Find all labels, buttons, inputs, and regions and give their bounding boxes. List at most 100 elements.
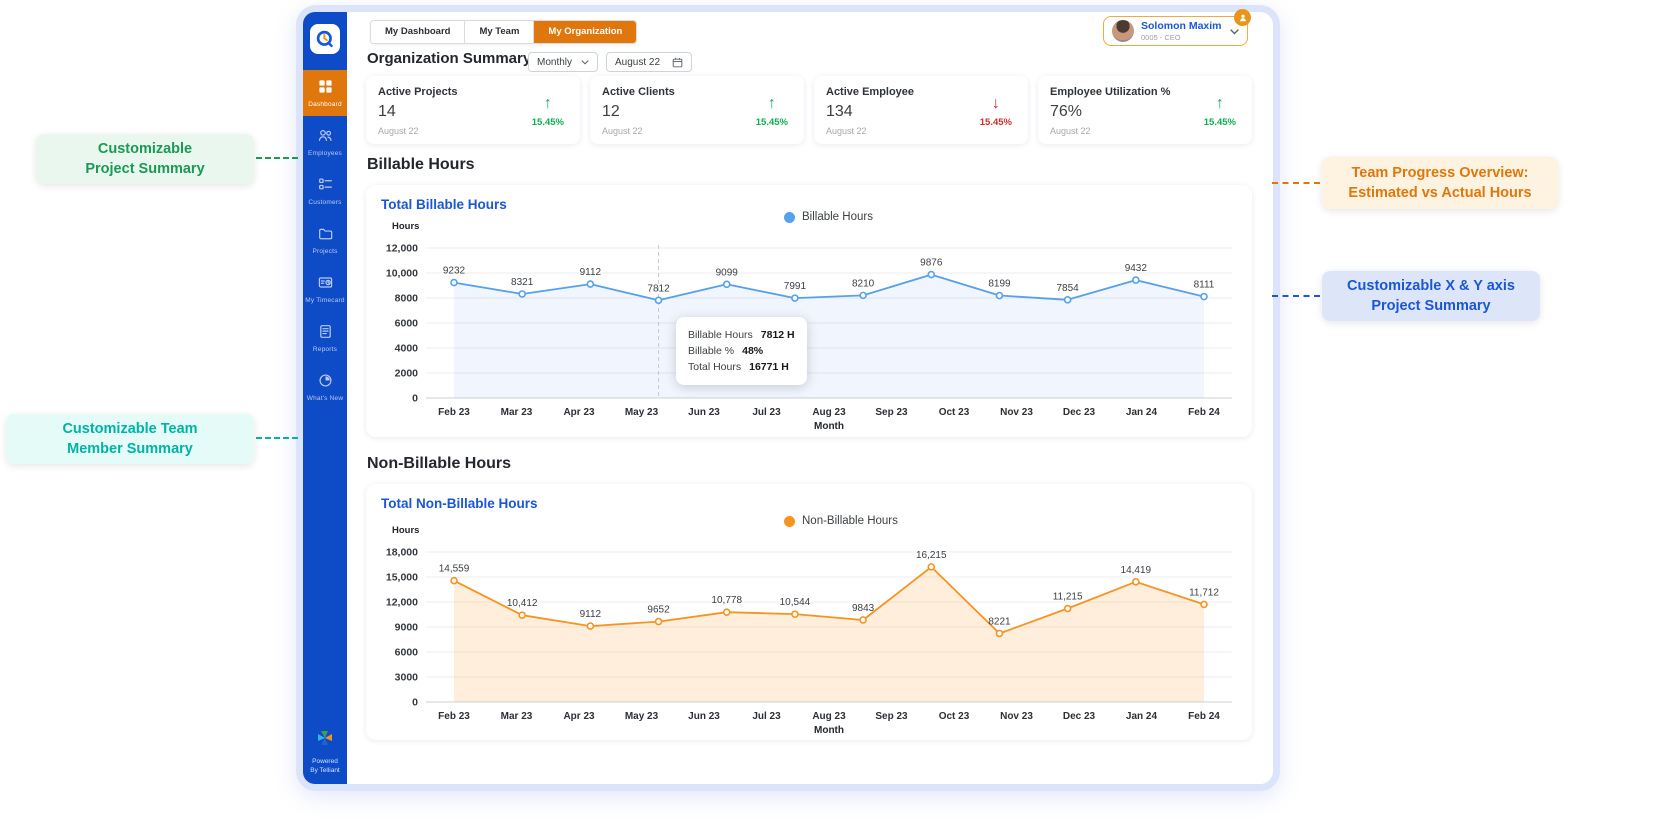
svg-text:8111: 8111 [1194, 280, 1215, 291]
profile-name: Solomon Maxim [1141, 20, 1222, 33]
chart-title: Total Billable Hours [381, 197, 507, 212]
tab-my-team[interactable]: My Team [465, 21, 535, 43]
trend-up-icon: ↑ [1215, 95, 1224, 112]
nonbillable-hours-chart[interactable]: 18,000 15,000 12,000 9000 6000 3000 0 Feb 23 Mar… [370, 539, 1248, 740]
annotation-project-summary: Customizable Project Summary [36, 134, 254, 184]
profile-badge[interactable] [1234, 9, 1251, 26]
annotation-connector [1272, 182, 1320, 184]
svg-text:Apr 23: Apr 23 [563, 407, 595, 418]
svg-text:10,412: 10,412 [507, 598, 538, 609]
svg-text:9112: 9112 [580, 609, 602, 620]
sidebar-footer: Powered By Telliant [303, 720, 347, 776]
svg-text:Jan 24: Jan 24 [1126, 407, 1158, 418]
svg-text:15,000: 15,000 [386, 572, 418, 584]
period-select-value: Monthly [537, 56, 573, 68]
stat-card-value: 76% [1050, 103, 1083, 120]
svg-text:8199: 8199 [988, 279, 1011, 290]
svg-text:14,419: 14,419 [1121, 565, 1152, 576]
stat-card-value: 14 [378, 103, 396, 120]
main-content: My Dashboard My Team My Organization Solom… [347, 9, 1273, 784]
nonbillable-chart-card: Total Non-Billable Hours Non-Billable Ho… [366, 484, 1252, 740]
svg-text:8321: 8321 [511, 277, 534, 288]
svg-text:Feb 24: Feb 24 [1188, 407, 1220, 418]
annotation-team-member: Customizable Team Member Summary [6, 414, 254, 464]
trend-down-icon: ↓ [991, 95, 1000, 112]
profile-meta: 0005 - CEO [1141, 32, 1181, 42]
stat-card: Active Projects 14 August 22 ↑ 15.45% [366, 76, 580, 144]
calendar-icon [672, 57, 683, 67]
sidebar-item-customers[interactable]: Customers [303, 168, 347, 214]
svg-text:6000: 6000 [395, 647, 419, 659]
period-select[interactable]: Monthly [528, 52, 598, 72]
svg-text:9099: 9099 [716, 267, 739, 278]
stat-card: Active Clients 12 August 22 ↑ 15.45% [590, 76, 804, 144]
svg-text:2000: 2000 [395, 368, 419, 380]
svg-text:0: 0 [412, 393, 418, 405]
stat-card-date: August 22 [1050, 126, 1091, 136]
trend-delta: 15.45% [979, 117, 1012, 128]
svg-text:10,000: 10,000 [386, 268, 418, 280]
billable-hours-chart[interactable]: 12,000 10,000 8000 6000 4000 2000 0 Feb 23 Mar 2… [370, 235, 1248, 437]
y-axis-label: Hours [392, 221, 420, 232]
projects-icon [318, 226, 333, 246]
trend-delta: 15.45% [531, 117, 564, 128]
svg-text:Jan 24: Jan 24 [1126, 711, 1158, 722]
stat-card: Active Employee 134 August 22 ↓ 15.45% [814, 76, 1028, 144]
nonbillable-section-title: Non-Billable Hours [367, 455, 512, 472]
svg-text:12,000: 12,000 [386, 597, 418, 609]
annotation-connector [256, 437, 298, 439]
legend-label: Non-Billable Hours [802, 515, 898, 527]
sidebar: Dashboard Employees Customers Projects My Ti… [303, 12, 347, 784]
svg-text:9232: 9232 [443, 266, 466, 277]
svg-text:12,000: 12,000 [386, 243, 418, 255]
svg-text:Feb 23: Feb 23 [438, 407, 470, 418]
employees-icon [318, 128, 333, 148]
svg-text:Jul 23: Jul 23 [752, 407, 781, 418]
tab-my-organization[interactable]: My Organization [534, 21, 637, 43]
svg-text:Oct 23: Oct 23 [939, 711, 970, 722]
svg-text:Sep 23: Sep 23 [875, 407, 908, 418]
reports-icon [318, 324, 333, 344]
avatar [1112, 20, 1134, 42]
profile-chip[interactable]: Solomon Maxim 0005 - CEO [1103, 9, 1251, 46]
annotation-connector [256, 157, 298, 159]
svg-text:Jul 23: Jul 23 [752, 711, 781, 722]
tooltip-label: Total Hours [688, 361, 742, 373]
svg-text:Nov 23: Nov 23 [1000, 407, 1033, 418]
svg-text:Dec 23: Dec 23 [1063, 407, 1096, 418]
sidebar-item-employees[interactable]: Employees [303, 119, 347, 165]
legend-label: Billable Hours [802, 211, 873, 223]
svg-text:Aug 23: Aug 23 [812, 711, 846, 722]
svg-text:9432: 9432 [1125, 263, 1148, 274]
dashboard-tabs: My Dashboard My Team My Organization [370, 20, 638, 44]
svg-text:14,559: 14,559 [439, 564, 470, 575]
chart-title: Total Non-Billable Hours [381, 496, 538, 511]
svg-text:7991: 7991 [784, 281, 807, 292]
svg-text:16,215: 16,215 [916, 550, 947, 561]
sidebar-item-reports[interactable]: Reports [303, 315, 347, 361]
annotation-team-progress: Team Progress Overview: Estimated vs Act… [1322, 157, 1558, 209]
svg-text:Feb 23: Feb 23 [438, 711, 470, 722]
sidebar-item-my-timecard[interactable]: My Timecard [303, 266, 347, 312]
date-picker[interactable]: August 22 [606, 52, 692, 72]
tooltip-value: 7812 H [760, 329, 795, 341]
annotation-xy-axis: Customizable X & Y axis Project Summary [1322, 271, 1540, 321]
sidebar-item-label: Reports [312, 345, 338, 353]
trend-delta: 15.45% [755, 117, 788, 128]
sidebar-item-what-s-new[interactable]: What's New [303, 364, 347, 410]
page-title: Organization Summary [367, 50, 532, 67]
timecard-icon [318, 275, 333, 295]
svg-text:0: 0 [412, 697, 418, 709]
svg-text:Sep 23: Sep 23 [875, 711, 908, 722]
svg-text:Month: Month [814, 421, 844, 432]
svg-text:May 23: May 23 [625, 711, 659, 722]
tooltip-value: 16771 H [749, 361, 789, 373]
svg-text:Nov 23: Nov 23 [1000, 711, 1033, 722]
trend-delta: 15.45% [1203, 117, 1236, 128]
sidebar-item-projects[interactable]: Projects [303, 217, 347, 263]
chart-legend: Non-Billable Hours [784, 515, 898, 527]
tab-my-dashboard[interactable]: My Dashboard [371, 21, 466, 43]
svg-text:9000: 9000 [395, 622, 419, 634]
sidebar-item-dashboard[interactable]: Dashboard [303, 70, 347, 116]
chart-tooltip: Billable Hours 7812 H Billable % 48% Total… [676, 317, 807, 385]
